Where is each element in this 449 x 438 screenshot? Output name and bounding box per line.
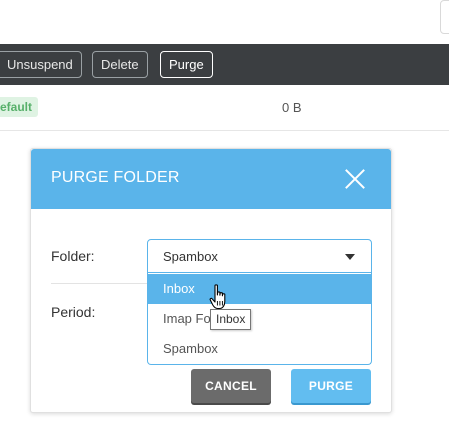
unsuspend-button[interactable]: Unsuspend: [0, 51, 82, 78]
folder-option-inbox[interactable]: Inbox: [148, 274, 371, 304]
size-cell: 0 B: [282, 100, 302, 115]
delete-button[interactable]: Delete: [92, 51, 148, 78]
default-badge: efault: [0, 97, 39, 117]
period-label: Period:: [51, 304, 96, 320]
dialog-title: PURGE FOLDER: [51, 169, 180, 186]
divider: [51, 283, 161, 284]
hand-cursor-icon: [209, 284, 226, 310]
cancel-button[interactable]: CANCEL: [191, 369, 271, 403]
folder-option-imap[interactable]: Imap Fo: [148, 304, 371, 334]
folder-select[interactable]: Spambox: [147, 239, 372, 273]
purge-button[interactable]: PURGE: [291, 369, 371, 403]
close-icon[interactable]: [343, 167, 367, 191]
folder-label: Folder:: [51, 248, 95, 264]
search-input-partial[interactable]: [440, 0, 449, 34]
dialog-header: PURGE FOLDER: [31, 149, 391, 209]
table-row: efault 0 B: [0, 85, 449, 131]
page: Unsuspend Delete Purge efault 0 B PURGE …: [0, 0, 449, 438]
folder-option-spambox[interactable]: Spambox: [148, 334, 371, 364]
folder-dropdown-list: Inbox Imap Fo Spambox: [147, 273, 372, 365]
purge-toolbar-button[interactable]: Purge: [160, 51, 213, 78]
purge-folder-dialog: PURGE FOLDER Folder: Period: Spambox Inb…: [30, 148, 392, 413]
chevron-down-icon: [345, 254, 355, 260]
tooltip: Inbox: [210, 309, 252, 330]
folder-select-value: Spambox: [163, 249, 218, 264]
toolbar: Unsuspend Delete Purge: [0, 44, 449, 85]
